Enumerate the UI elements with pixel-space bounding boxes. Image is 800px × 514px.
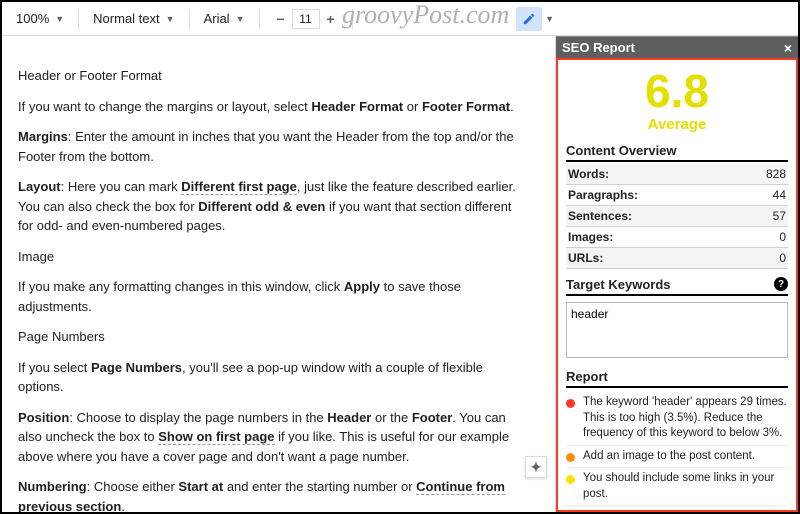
content-overview-list: Words: 828 Paragraphs: 44 Sentences: 57 Images… <box>566 164 788 269</box>
toolbar: 100% ▼ Normal text ▼ Arial ▼ − 11 + groo… <box>2 2 798 36</box>
report-item: Add an image to the post content. <box>566 446 788 469</box>
overview-key: Images: <box>568 230 613 244</box>
doc-line: Numbering: Choose either Start at and en… <box>18 477 521 512</box>
overview-row: URLs: 0 <box>566 248 788 269</box>
report-item-text: You should include some links in your po… <box>583 471 788 502</box>
seo-score-label: Average <box>566 116 788 133</box>
seo-score-value: 6.8 <box>566 68 788 114</box>
seo-panel-title: SEO Report <box>562 40 635 55</box>
chevron-down-icon: ▼ <box>236 14 245 24</box>
chevron-down-icon: ▼ <box>55 14 64 24</box>
overview-value: 0 <box>779 230 786 244</box>
doc-line: Header or Footer Format <box>18 66 521 86</box>
doc-line: Page Numbers <box>18 327 521 347</box>
chevron-down-icon: ▼ <box>166 14 175 24</box>
report-item-text: The keyword 'header' appears 29 times. T… <box>583 395 788 442</box>
target-keywords-heading: Target Keywords ? <box>566 277 788 296</box>
zoom-dropdown[interactable]: 100% ▼ <box>10 8 70 29</box>
overview-key: URLs: <box>568 251 603 265</box>
help-icon[interactable]: ? <box>774 277 788 291</box>
text-style-dropdown[interactable]: Normal text ▼ <box>87 8 180 29</box>
doc-line: Margins: Enter the amount in inches that… <box>18 127 521 166</box>
separator <box>78 9 79 29</box>
overview-key: Words: <box>568 167 609 181</box>
chevron-down-icon: ▼ <box>545 14 554 24</box>
report-item-text: Content length is over 600 words, this i… <box>583 509 788 510</box>
doc-line: If you make any formatting changes in th… <box>18 277 521 316</box>
seo-panel-titlebar: SEO Report × <box>556 36 798 58</box>
overview-value: 44 <box>773 188 786 202</box>
font-size-input[interactable]: 11 <box>292 9 320 29</box>
doc-line: Image <box>18 247 521 267</box>
report-item: Content length is over 600 words, this i… <box>566 506 788 510</box>
report-item: The keyword 'header' appears 29 times. T… <box>566 392 788 446</box>
separator <box>259 9 260 29</box>
target-keywords-input[interactable] <box>566 302 788 358</box>
font-size-decrease[interactable]: − <box>272 9 290 29</box>
doc-line: If you select Page Numbers, you'll see a… <box>18 358 521 397</box>
font-family-dropdown[interactable]: Arial ▼ <box>198 8 251 29</box>
separator <box>352 9 353 29</box>
overview-value: 828 <box>766 167 786 181</box>
pencil-icon <box>522 12 536 26</box>
font-family-value: Arial <box>204 11 230 26</box>
zoom-value: 100% <box>16 11 49 26</box>
overview-value: 57 <box>773 209 786 223</box>
edit-mode-button[interactable] <box>516 7 542 31</box>
overview-row: Images: 0 <box>566 227 788 248</box>
seo-panel: SEO Report × 6.8 Average Content Overvie… <box>555 36 798 512</box>
overview-row: Paragraphs: 44 <box>566 185 788 206</box>
overview-row: Words: 828 <box>566 164 788 185</box>
close-icon[interactable]: × <box>784 40 792 56</box>
separator <box>189 9 190 29</box>
report-heading: Report <box>566 369 788 388</box>
content-overview-heading: Content Overview <box>566 143 788 162</box>
seo-score: 6.8 Average <box>566 68 788 133</box>
watermark-text: groovyPost.com <box>342 0 509 30</box>
doc-line: If you want to change the margins or lay… <box>18 97 521 117</box>
overview-value: 0 <box>779 251 786 265</box>
document-area[interactable]: Header or Footer Format If you want to c… <box>2 36 555 512</box>
report-list: The keyword 'header' appears 29 times. T… <box>566 392 788 510</box>
font-size-increase[interactable]: + <box>322 9 340 29</box>
text-style-value: Normal text <box>93 11 159 26</box>
doc-line: Position: Choose to display the page num… <box>18 408 521 467</box>
doc-line: Layout: Here you can mark Different firs… <box>18 177 521 236</box>
report-item-text: Add an image to the post content. <box>583 449 755 465</box>
status-dot-icon <box>566 453 575 462</box>
report-item: You should include some links in your po… <box>566 468 788 506</box>
overview-row: Sentences: 57 <box>566 206 788 227</box>
overview-key: Sentences: <box>568 209 632 223</box>
explore-button[interactable]: ✦ <box>525 456 547 478</box>
status-dot-icon <box>566 399 575 408</box>
plus-icon: ✦ <box>530 459 542 476</box>
status-dot-icon <box>566 475 575 484</box>
overview-key: Paragraphs: <box>568 188 638 202</box>
